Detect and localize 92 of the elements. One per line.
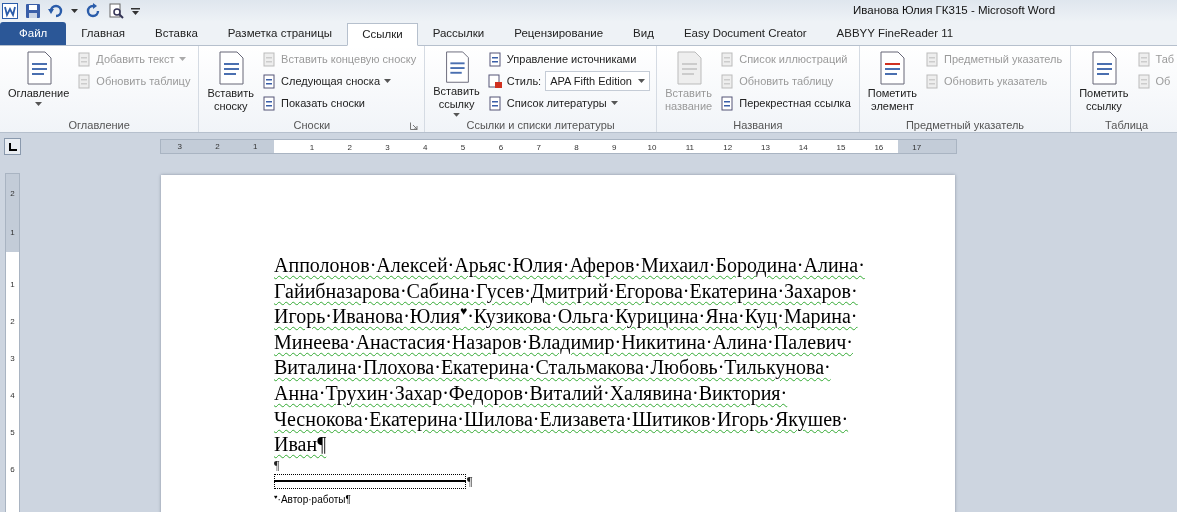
ruler-number: 2 <box>347 143 352 152</box>
ruler-number: 11 <box>685 143 694 152</box>
group-label: Названия <box>733 119 783 131</box>
group-label: Ссылки и списки литературы <box>466 119 615 131</box>
ruler-number: 14 <box>798 143 808 152</box>
document-icon <box>720 73 736 89</box>
group-label: Оглавление <box>68 119 130 131</box>
redo-icon[interactable] <box>85 3 101 19</box>
ruler-number: 1 <box>10 227 15 238</box>
ruler-number: 10 <box>647 143 657 152</box>
ribbon-tab[interactable]: Ссылки <box>347 23 418 46</box>
document-icon <box>262 73 278 89</box>
caret-icon[interactable] <box>71 9 78 13</box>
group-label: Предметный указатель <box>905 119 1025 131</box>
ribbon-button[interactable]: Показать сноски <box>260 93 419 113</box>
ribbon-button[interactable]: Перекрестная ссылка <box>718 93 853 113</box>
document-icon <box>925 73 941 89</box>
ribbon-large-button[interactable]: Вставить ссылку <box>431 49 482 119</box>
ribbon-button[interactable]: Список литературы <box>485 93 650 113</box>
group-label: Сноски <box>293 119 331 131</box>
document-icon <box>262 51 278 67</box>
ruler-number: 3 <box>385 143 390 152</box>
ribbon-tab[interactable]: Рецензирование <box>499 22 619 45</box>
document-icon <box>77 73 93 89</box>
ribbon-tab[interactable]: ABBYY FineReader 11 <box>821 22 969 45</box>
style-dropdown[interactable]: APA Fifth Edition <box>545 71 650 91</box>
document-icon <box>1136 51 1152 67</box>
ruler-number: 6 <box>10 465 15 475</box>
document-icon <box>77 51 93 67</box>
ruler-number: 2 <box>215 141 220 153</box>
tab-stop-selector[interactable] <box>4 138 21 155</box>
ribbon-tab[interactable]: Разметка страницы <box>212 22 348 45</box>
ruler-number: 5 <box>460 143 466 152</box>
ruler-number: 5 <box>10 428 15 438</box>
group-label: Таблица <box>1105 119 1149 131</box>
style-icon <box>487 73 503 89</box>
paragraph-mark: ¶ <box>467 474 473 490</box>
ruler-number: 17 <box>912 143 922 152</box>
ribbon-large-button[interactable]: Пометить ссылку <box>1077 49 1131 119</box>
ruler-number: 1 <box>252 141 258 153</box>
document-icon <box>1136 73 1152 89</box>
document-icon <box>720 95 736 111</box>
print-preview-icon[interactable] <box>108 3 124 19</box>
ruler-number: 6 <box>498 143 504 152</box>
ribbon-large-button[interactable]: Оглавление <box>6 49 72 119</box>
ribbon-tab[interactable]: Вид <box>618 22 669 45</box>
ribbon-button[interactable]: Следующая сноска <box>260 71 419 91</box>
ribbon-tab[interactable]: Вставка <box>140 22 213 45</box>
window-title: Иванова Юлия ГК315 - Microsoft Word <box>853 4 1056 16</box>
caret-icon <box>637 79 645 83</box>
paragraph-mark: ¶ <box>274 457 281 473</box>
ruler-number: 2 <box>10 317 15 327</box>
dialog-launcher-icon[interactable] <box>410 122 419 130</box>
ruler-number: 3 <box>10 354 15 364</box>
footnote-text: $^{♥}$·Автор·работы¶ <box>274 493 352 505</box>
ruler-number: 13 <box>761 143 770 152</box>
ruler-number: 16 <box>874 143 884 152</box>
ruler-number: 3 <box>177 141 183 153</box>
ribbon-button[interactable]: Управление источниками <box>485 49 650 69</box>
document-icon <box>720 51 736 67</box>
ruler-number: 4 <box>423 143 428 152</box>
ruler-number: 15 <box>836 143 846 152</box>
ruler-number: 1 <box>10 280 15 290</box>
ruler-number: 2 <box>10 188 15 199</box>
document-icon <box>262 95 278 111</box>
word-logo-icon <box>2 3 18 19</box>
ribbon-large-button[interactable]: Пометить элемент <box>865 49 920 119</box>
caret-icon <box>178 57 186 61</box>
caret-icon <box>384 79 391 83</box>
ruler-number: 8 <box>574 143 579 152</box>
caret-icon <box>35 102 43 106</box>
ribbon-tab[interactable]: Easy Document Creator <box>668 22 822 45</box>
ruler-number: 7 <box>536 143 541 152</box>
style-label: Стиль: <box>506 75 542 87</box>
caret-icon <box>453 113 460 117</box>
file-tab[interactable]: Файл <box>0 22 67 45</box>
body-paragraph: Апполонов·Алексей·Арьяс·Юлия·Аферов·Михаил·Бородина·Алина· Гайибназарова·Сабина·Гусев·Дмитрий·Егорова·Екатерина·Захаров· Игорь·Иванова·Юлия$^{♥}$·Кузикова·Ольга·Курицина·Яна·Куц·Марина· Минеева·Анастасия·Назаров·Владимир·Никитина·Алина·Палевич· Виталина·Плохова·Екатерина·Стальмакова·Любовь·Тилькунова· Анна·Трухин·Захар·Федоров·Виталий·Халявина·Виктория· Чеснокова·Екатерина·Шилова·Елизавета·Шитиков·Игорь·Якушев· Иван¶ <box>274 253 866 458</box>
document-icon <box>487 95 503 111</box>
ruler-number: 1 <box>309 143 315 152</box>
ruler-number: 9 <box>612 143 617 152</box>
document-icon <box>487 51 503 67</box>
ribbon-tab[interactable]: Рассылки <box>417 22 500 45</box>
undo-icon[interactable] <box>48 3 64 19</box>
ribbon-large-button[interactable]: Вставить сноску <box>205 49 257 119</box>
caret-icon <box>610 101 618 105</box>
ribbon-tab[interactable]: Главная <box>66 22 141 45</box>
left-tab-icon <box>8 142 17 151</box>
ruler-number: 4 <box>10 391 15 401</box>
customize-menu-icon[interactable] <box>131 6 140 16</box>
ruler-number: 12 <box>723 143 733 152</box>
document-icon <box>925 51 941 67</box>
save-icon[interactable] <box>25 3 41 19</box>
